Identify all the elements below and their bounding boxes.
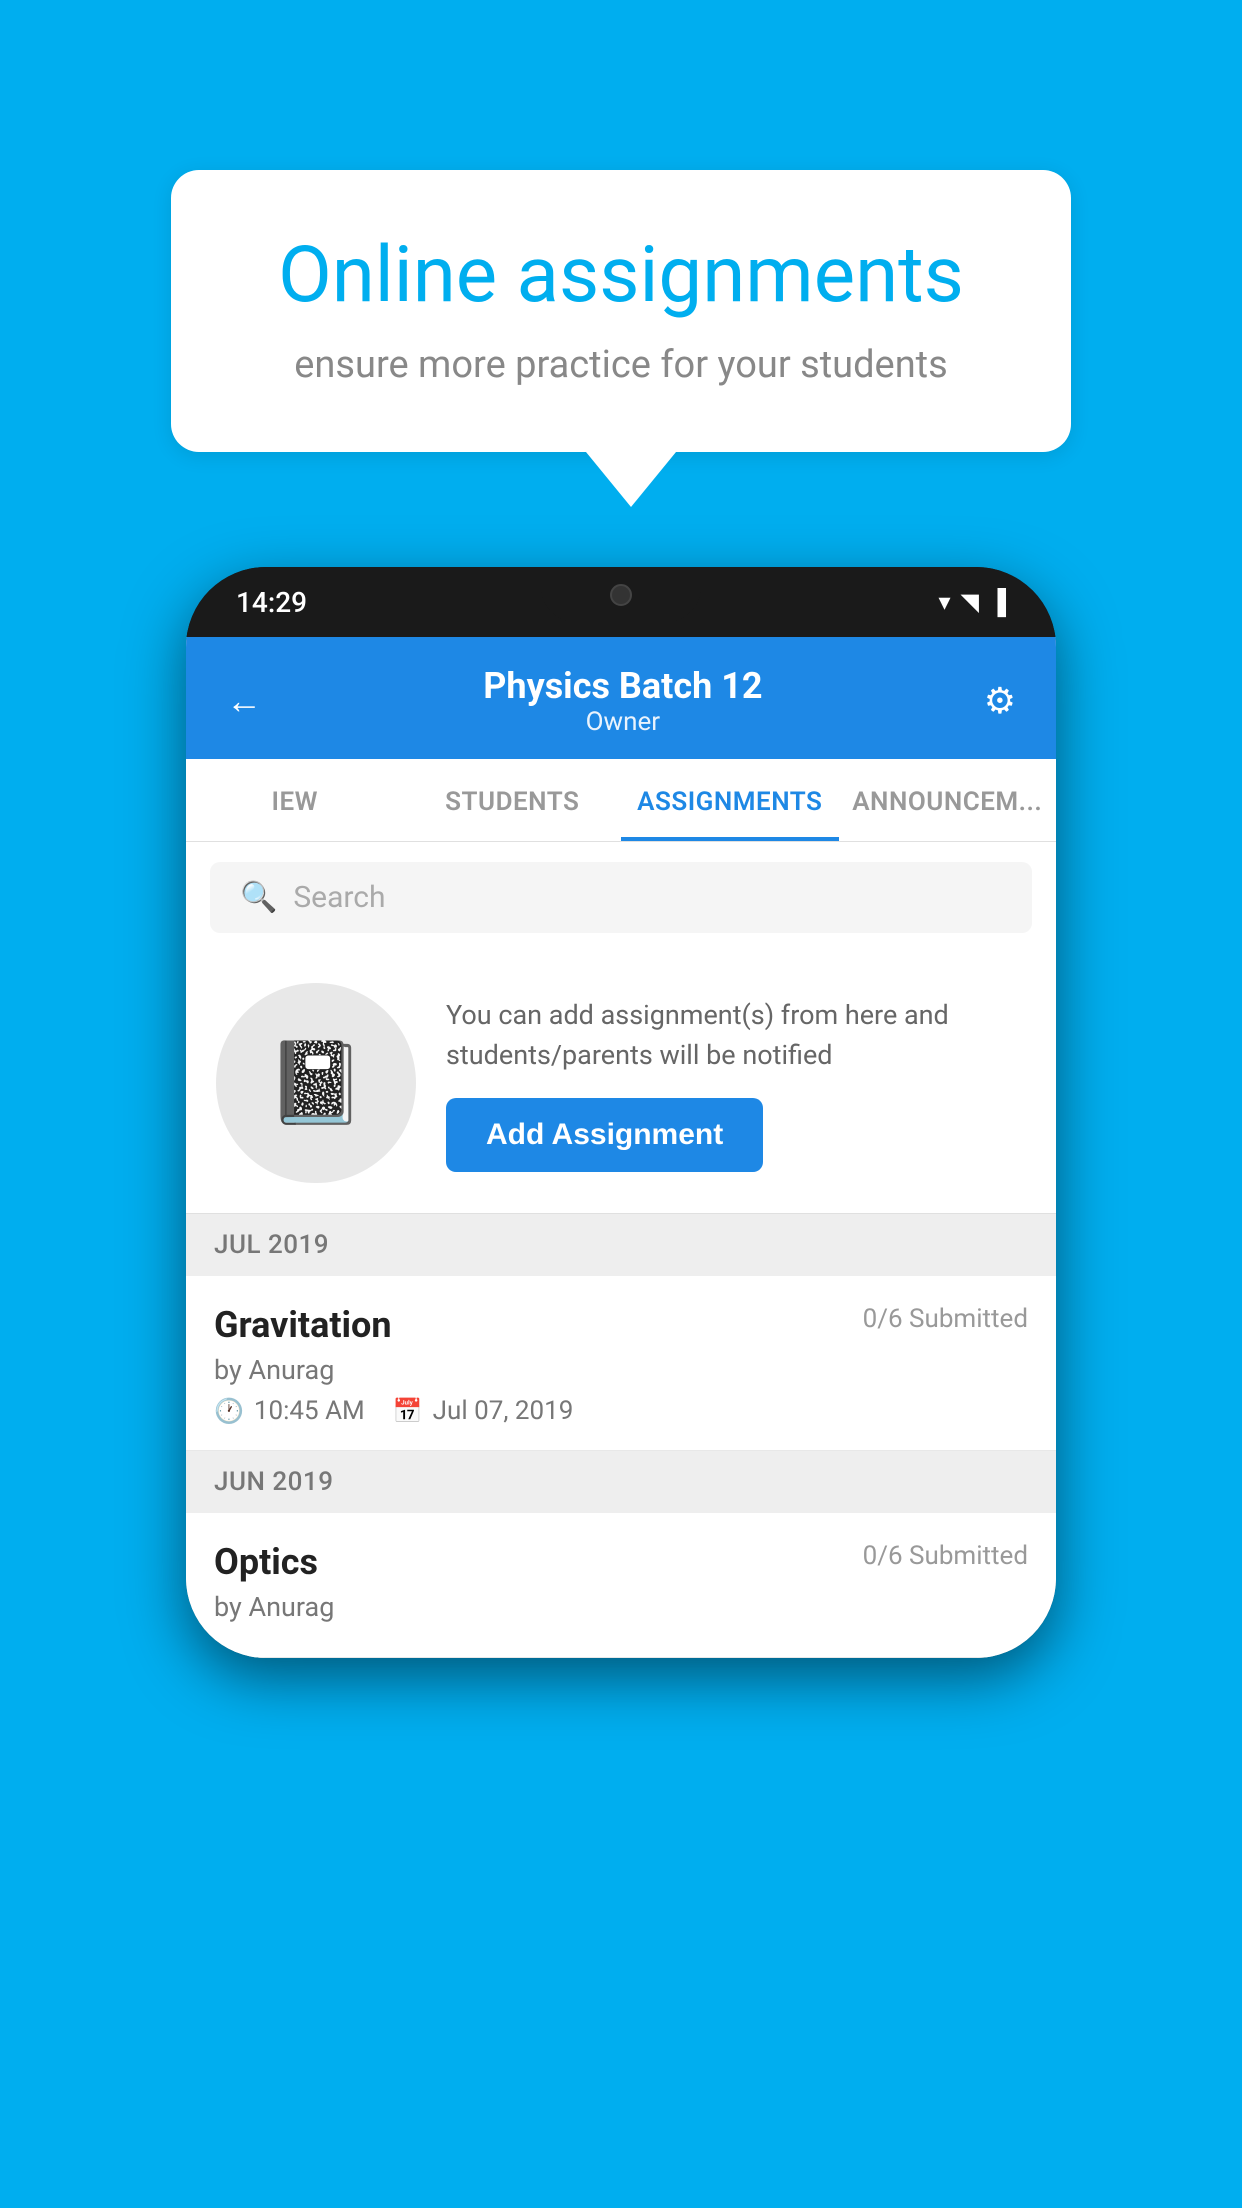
assignment-author-gravitation: by Anurag	[214, 1354, 1028, 1386]
header-subtitle: Owner	[483, 707, 762, 737]
section-label-jun: JUN 2019	[214, 1467, 333, 1497]
settings-icon[interactable]: ⚙	[984, 680, 1016, 722]
promo-description: You can add assignment(s) from here and …	[446, 995, 1026, 1076]
status-bar-time: 14:29	[236, 586, 307, 619]
assignment-title-optics: Optics	[214, 1541, 318, 1583]
assignment-author-optics: by Anurag	[214, 1591, 1028, 1623]
back-button[interactable]: ←	[226, 680, 262, 722]
search-icon: 🔍	[240, 880, 277, 915]
promo-icon-circle: 📓	[216, 983, 416, 1183]
section-header-jun: JUN 2019	[186, 1451, 1056, 1513]
search-bar-container: 🔍 Search	[186, 842, 1056, 953]
tab-assignments[interactable]: ASSIGNMENTS	[621, 759, 839, 841]
add-assignment-button[interactable]: Add Assignment	[446, 1098, 763, 1172]
app-header: ← Physics Batch 12 Owner ⚙	[186, 637, 1056, 759]
clock-icon: 🕐	[214, 1397, 244, 1425]
speech-bubble-arrow	[586, 452, 676, 507]
tab-students[interactable]: STUDENTS	[404, 759, 622, 841]
phone-notch	[541, 567, 701, 622]
assignment-meta-gravitation: 🕐 10:45 AM 📅 Jul 07, 2019	[214, 1396, 1028, 1426]
assignment-time-gravitation: 10:45 AM	[254, 1396, 365, 1426]
assignment-item-gravitation[interactable]: Gravitation 0/6 Submitted by Anurag 🕐 10…	[186, 1276, 1056, 1451]
assignment-status-gravitation: 0/6 Submitted	[863, 1304, 1028, 1334]
meta-time-gravitation: 🕐 10:45 AM	[214, 1396, 365, 1426]
phone-camera	[610, 584, 632, 606]
header-title-area: Physics Batch 12 Owner	[483, 665, 762, 737]
tabs-container: IEW STUDENTS ASSIGNMENTS ANNOUNCEM...	[186, 759, 1056, 842]
section-label-jul: JUL 2019	[214, 1230, 329, 1260]
phone-frame: 14:29 ▾ ◥ ▐ ← Physics Batch 12 Owner ⚙	[186, 567, 1056, 1658]
speech-bubble: Online assignments ensure more practice …	[171, 170, 1071, 452]
phone-mockup: 14:29 ▾ ◥ ▐ ← Physics Batch 12 Owner ⚙	[186, 567, 1056, 1658]
tab-announcements[interactable]: ANNOUNCEM...	[839, 759, 1057, 841]
signal-icon: ◥	[961, 588, 979, 616]
assignment-item-top: Gravitation 0/6 Submitted	[214, 1304, 1028, 1346]
speech-bubble-title: Online assignments	[241, 230, 1001, 321]
section-header-jul: JUL 2019	[186, 1214, 1056, 1276]
promo-content: You can add assignment(s) from here and …	[446, 995, 1026, 1172]
meta-date-gravitation: 📅 Jul 07, 2019	[393, 1396, 574, 1426]
wifi-icon: ▾	[938, 588, 950, 616]
speech-bubble-subtitle: ensure more practice for your students	[241, 343, 1001, 387]
status-icons: ▾ ◥ ▐	[938, 588, 1006, 617]
search-bar[interactable]: 🔍 Search	[210, 862, 1032, 933]
assignment-date-gravitation: Jul 07, 2019	[433, 1396, 574, 1426]
notebook-icon: 📓	[266, 1036, 366, 1130]
header-title: Physics Batch 12	[483, 665, 762, 707]
assignment-status-optics: 0/6 Submitted	[863, 1541, 1028, 1571]
battery-icon: ▐	[989, 588, 1006, 617]
calendar-icon: 📅	[393, 1397, 423, 1425]
app-content: ← Physics Batch 12 Owner ⚙ IEW STUDENTS …	[186, 637, 1056, 1658]
tab-iew[interactable]: IEW	[186, 759, 404, 841]
status-bar: 14:29 ▾ ◥ ▐	[186, 567, 1056, 637]
assignment-item-optics[interactable]: Optics 0/6 Submitted by Anurag	[186, 1513, 1056, 1658]
promo-section: 📓 You can add assignment(s) from here an…	[186, 953, 1056, 1214]
assignment-item-top-optics: Optics 0/6 Submitted	[214, 1541, 1028, 1583]
speech-bubble-section: Online assignments ensure more practice …	[171, 170, 1071, 507]
search-placeholder: Search	[293, 880, 385, 915]
assignment-title-gravitation: Gravitation	[214, 1304, 392, 1346]
